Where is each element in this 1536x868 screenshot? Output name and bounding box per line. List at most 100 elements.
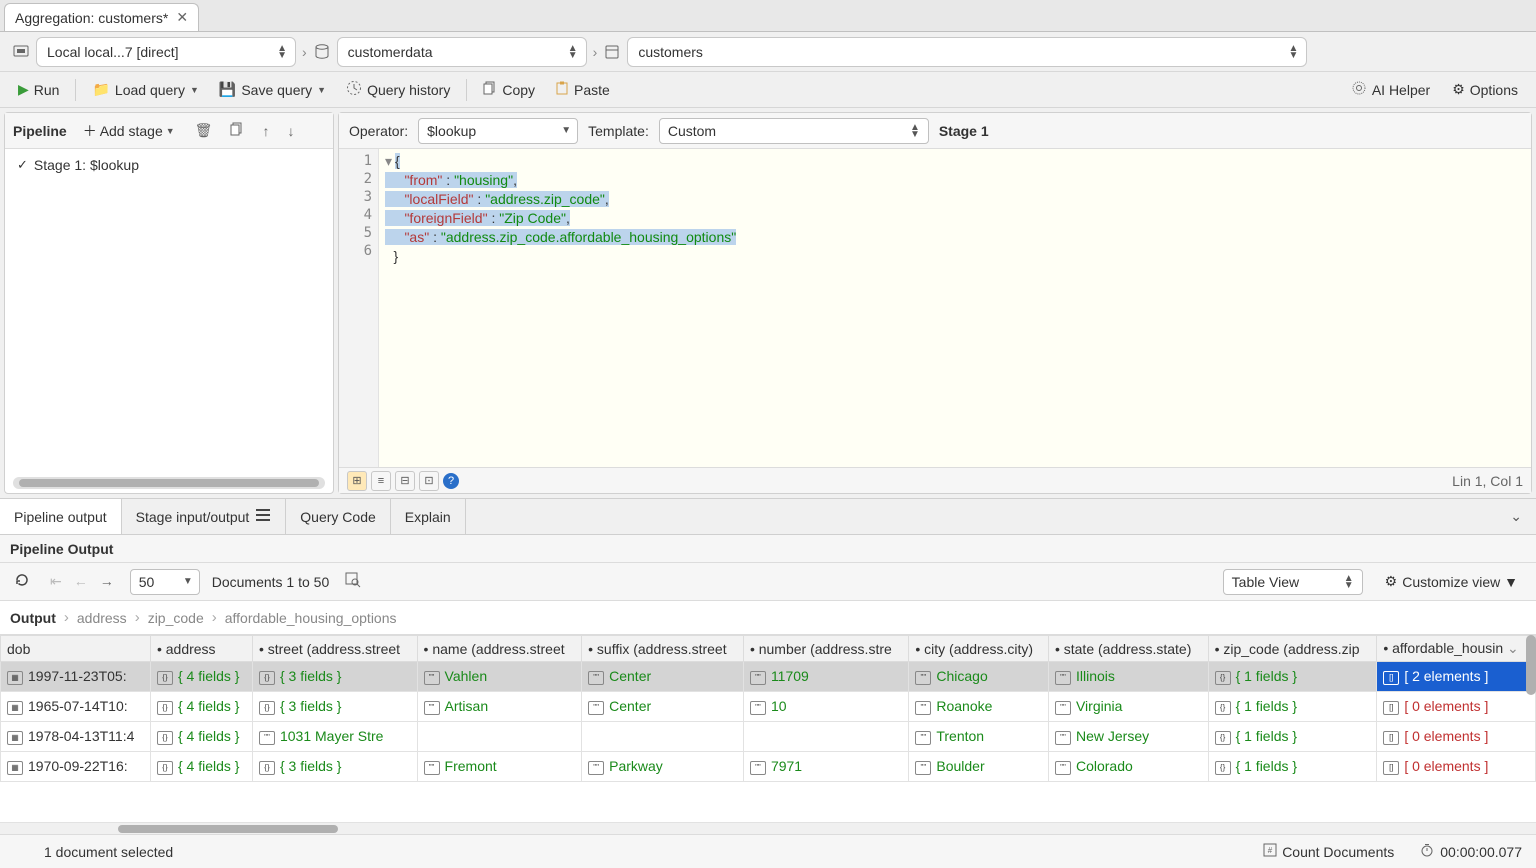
obj-type-icon: {} bbox=[157, 731, 173, 745]
options-button[interactable]: ⚙ Options bbox=[1444, 76, 1526, 103]
connection-dropdown[interactable]: Local local...7 [direct] ▲▼ bbox=[36, 37, 296, 67]
add-stage-label: Add stage bbox=[100, 123, 163, 139]
view-mode-2-button[interactable]: ≡ bbox=[371, 471, 391, 491]
window-tab[interactable]: Aggregation: customers* ✕ bbox=[4, 3, 199, 31]
add-stage-button[interactable]: ＋ Add stage ▼ bbox=[77, 119, 181, 143]
obj-type-icon: {} bbox=[259, 701, 275, 715]
find-in-results-button[interactable] bbox=[341, 570, 365, 593]
refresh-button[interactable] bbox=[10, 570, 34, 593]
tab-explain[interactable]: Explain bbox=[391, 499, 466, 534]
str-type-icon: "" bbox=[915, 701, 931, 715]
load-query-button[interactable]: 📁 Load query ▼ bbox=[84, 77, 206, 102]
scrollbar-horizontal[interactable] bbox=[0, 822, 1536, 834]
column-header[interactable]: • city (address.city) bbox=[909, 636, 1049, 662]
arr-type-icon: [] bbox=[1383, 731, 1399, 745]
stopwatch-icon bbox=[1420, 843, 1434, 860]
first-page-button[interactable]: ⇤ bbox=[46, 571, 66, 592]
table-row[interactable]: ▦1997-11-23T05:{}{ 4 fields }{}{ 3 field… bbox=[1, 662, 1536, 692]
collection-label: customers bbox=[638, 44, 703, 60]
dropdown-arrow-icon: ▼ bbox=[166, 126, 175, 136]
next-page-button[interactable]: → bbox=[96, 571, 118, 592]
connection-icon bbox=[12, 43, 30, 61]
query-history-button[interactable]: Query history bbox=[338, 76, 458, 103]
view-mode-select[interactable]: Table View ▲▼ bbox=[1223, 569, 1363, 595]
prev-page-button[interactable]: ← bbox=[70, 571, 92, 592]
str-type-icon: "" bbox=[1055, 671, 1071, 685]
obj-type-icon: {} bbox=[1215, 701, 1231, 715]
breadcrumb-root[interactable]: Output bbox=[10, 610, 56, 626]
str-type-icon: "" bbox=[1055, 731, 1071, 745]
dropdown-updown-icon: ▲▼ bbox=[1288, 45, 1298, 59]
customize-view-button[interactable]: ⚙ Customize view ▼ bbox=[1377, 569, 1526, 594]
template-select[interactable]: Custom ▲▼ bbox=[659, 118, 929, 144]
column-header[interactable]: • affordable_housin ⌄ bbox=[1377, 636, 1536, 662]
pipeline-stage-item[interactable]: Stage 1: $lookup bbox=[13, 153, 325, 177]
tab-query-code[interactable]: Query Code bbox=[286, 499, 390, 534]
table-row[interactable]: ▦1978-04-13T11:4{}{ 4 fields }""1031 May… bbox=[1, 722, 1536, 752]
table-row[interactable]: ▦1965-07-14T10:{}{ 4 fields }{}{ 3 field… bbox=[1, 692, 1536, 722]
obj-type-icon: {} bbox=[259, 761, 275, 775]
scrollbar-vertical[interactable] bbox=[1526, 635, 1536, 695]
scrollbar-horizontal[interactable] bbox=[13, 477, 325, 489]
page-size-select[interactable]: 50 ▼ bbox=[130, 569, 200, 595]
tab-stage-io[interactable]: Stage input/output bbox=[122, 499, 287, 534]
operator-select[interactable]: $lookup ▼ bbox=[418, 118, 578, 144]
obj-type-icon: {} bbox=[1215, 671, 1231, 685]
database-icon bbox=[313, 43, 331, 61]
copy-button[interactable]: Copy bbox=[475, 77, 543, 102]
obj-type-icon: {} bbox=[157, 701, 173, 715]
view-mode-3-button[interactable]: ⊟ bbox=[395, 471, 415, 491]
save-query-label: Save query bbox=[241, 82, 312, 98]
list-icon bbox=[255, 508, 271, 525]
copy-icon bbox=[483, 81, 497, 98]
delete-stage-button[interactable]: 🗑 bbox=[191, 120, 217, 141]
dropdown-arrow-icon: ▼ bbox=[190, 85, 199, 95]
output-table: dob• address• street (address.street• na… bbox=[0, 635, 1536, 782]
str-type-icon: "" bbox=[588, 761, 604, 775]
breadcrumb-sep-icon: › bbox=[212, 609, 217, 626]
table-row[interactable]: ▦1970-09-22T16:{}{ 4 fields }{}{ 3 field… bbox=[1, 752, 1536, 782]
view-mode-4-button[interactable]: ⊡ bbox=[419, 471, 439, 491]
code-editor[interactable]: 123456 ▾{ "from" : "housing", "localFiel… bbox=[339, 149, 1531, 467]
breadcrumb-segment[interactable]: address bbox=[77, 610, 127, 626]
obj-type-icon: {} bbox=[259, 671, 275, 685]
column-header[interactable]: • address bbox=[150, 636, 252, 662]
gear-icon: ⚙ bbox=[1452, 81, 1465, 98]
collapse-icon[interactable]: ⌄ bbox=[1496, 508, 1536, 525]
paste-button[interactable]: Paste bbox=[547, 77, 618, 102]
column-header[interactable]: • state (address.state) bbox=[1048, 636, 1208, 662]
ai-helper-button[interactable]: AI Helper bbox=[1343, 76, 1438, 103]
help-icon[interactable]: ? bbox=[443, 473, 459, 489]
str-type-icon: "" bbox=[588, 671, 604, 685]
tab-pipeline-output[interactable]: Pipeline output bbox=[0, 499, 122, 534]
save-query-button[interactable]: 💾 Save query ▼ bbox=[211, 77, 334, 102]
code-content[interactable]: ▾{ "from" : "housing", "localField" : "a… bbox=[379, 149, 1531, 467]
collection-dropdown[interactable]: customers ▲▼ bbox=[627, 37, 1307, 67]
toolbar-separator bbox=[466, 79, 467, 101]
str-type-icon: "" bbox=[915, 671, 931, 685]
plus-icon: ＋ bbox=[83, 121, 97, 141]
move-stage-up-button[interactable]: ↑ bbox=[258, 121, 273, 141]
selection-status: 1 document selected bbox=[44, 844, 173, 860]
column-header[interactable]: • name (address.street bbox=[417, 636, 582, 662]
select-arrow-icon: ▼ bbox=[561, 125, 571, 136]
column-header[interactable]: • street (address.street bbox=[252, 636, 417, 662]
run-button[interactable]: ▶ Run bbox=[10, 77, 67, 102]
column-header[interactable]: dob bbox=[1, 636, 151, 662]
close-tab-icon[interactable]: ✕ bbox=[176, 9, 188, 26]
duplicate-stage-button[interactable] bbox=[226, 120, 248, 141]
dropdown-updown-icon: ▲▼ bbox=[568, 45, 578, 59]
obj-type-icon: {} bbox=[1215, 761, 1231, 775]
str-type-icon: "" bbox=[750, 671, 766, 685]
date-type-icon: ▦ bbox=[7, 761, 23, 775]
pipeline-title: Pipeline bbox=[13, 123, 67, 139]
column-header[interactable]: • zip_code (address.zip bbox=[1208, 636, 1377, 662]
count-documents-button[interactable]: # Count Documents bbox=[1255, 839, 1402, 864]
database-dropdown[interactable]: customerdata ▲▼ bbox=[337, 37, 587, 67]
move-stage-down-button[interactable]: ↓ bbox=[283, 121, 298, 141]
view-mode-1-button[interactable]: ⊞ bbox=[347, 471, 367, 491]
column-header[interactable]: • suffix (address.street bbox=[582, 636, 744, 662]
column-header[interactable]: • number (address.stre bbox=[743, 636, 908, 662]
breadcrumb-segment[interactable]: zip_code bbox=[148, 610, 204, 626]
breadcrumb-segment[interactable]: affordable_housing_options bbox=[225, 610, 397, 626]
